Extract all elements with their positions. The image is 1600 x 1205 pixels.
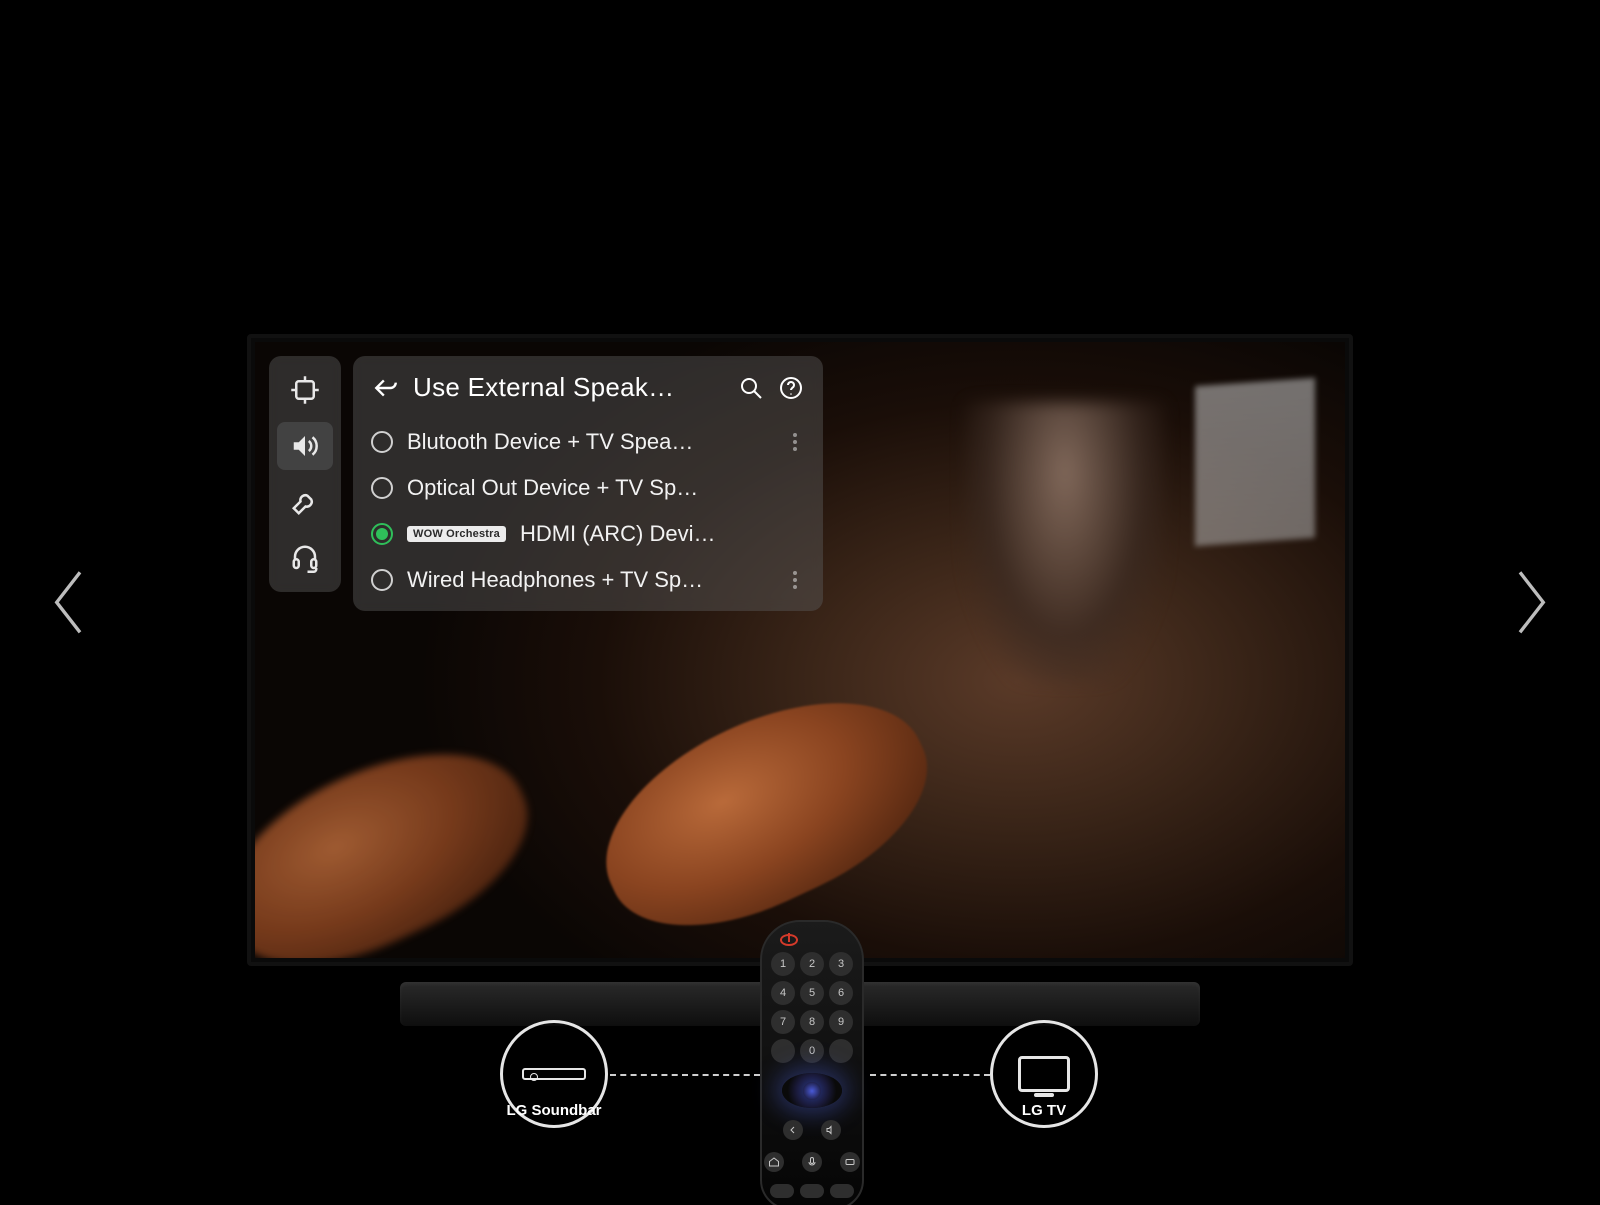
panel-title: Use External Speak… xyxy=(413,372,675,403)
option-wired-headphones-tv-speaker[interactable]: Wired Headphones + TV Sp… xyxy=(369,557,807,603)
tv-icon xyxy=(1018,1056,1070,1092)
mute-icon xyxy=(825,1124,837,1136)
remote-app-button[interactable] xyxy=(800,1184,824,1198)
remote-app-button[interactable] xyxy=(830,1184,854,1198)
option-label: Blutooth Device + TV Spea… xyxy=(407,429,771,455)
power-button[interactable] xyxy=(780,934,798,946)
sidebar-item-general[interactable] xyxy=(277,478,333,526)
tv-frame: Use External Speak… Blutooth Device + TV… xyxy=(247,334,1353,966)
background-violin xyxy=(573,659,957,958)
connection-line xyxy=(610,1074,760,1076)
remote-key-7[interactable]: 7 xyxy=(771,1010,795,1034)
search-icon xyxy=(739,376,763,400)
remote-voice-button[interactable] xyxy=(802,1152,822,1172)
back-arrow-icon xyxy=(373,375,399,401)
back-button[interactable] xyxy=(371,373,401,403)
remote-key-8[interactable]: 8 xyxy=(800,1010,824,1034)
remote-key-6[interactable]: 6 xyxy=(829,981,853,1005)
remote-app-button[interactable] xyxy=(770,1184,794,1198)
option-label: Wired Headphones + TV Sp… xyxy=(407,567,771,593)
back-icon xyxy=(787,1124,799,1136)
sidebar-item-picture[interactable] xyxy=(277,366,333,414)
search-button[interactable] xyxy=(737,374,765,402)
carousel-next-button[interactable] xyxy=(1510,573,1550,633)
help-icon xyxy=(779,376,803,400)
remote-key-4[interactable]: 4 xyxy=(771,981,795,1005)
background-sheet-music xyxy=(1195,378,1315,546)
settings-sidebar xyxy=(269,356,341,592)
soundbar-badge-label: LG Soundbar xyxy=(484,1102,624,1119)
remote-key-more[interactable] xyxy=(829,1039,853,1063)
chevron-left-icon xyxy=(50,569,90,636)
remote-scroll-wheel[interactable] xyxy=(782,1073,842,1108)
remote-key-0[interactable]: 0 xyxy=(800,1039,824,1063)
input-icon xyxy=(844,1156,856,1168)
carousel-prev-button[interactable] xyxy=(50,573,90,633)
wow-orchestra-badge: WOW Orchestra xyxy=(407,526,506,542)
panel-header: Use External Speak… xyxy=(369,368,807,419)
sidebar-item-support[interactable] xyxy=(277,534,333,582)
sound-output-panel: Use External Speak… Blutooth Device + TV… xyxy=(353,356,823,611)
option-more-button[interactable] xyxy=(785,433,805,451)
remote-key-3[interactable]: 3 xyxy=(829,952,853,976)
connection-line xyxy=(870,1074,990,1076)
remote-key-guide[interactable] xyxy=(771,1039,795,1063)
remote-app-row xyxy=(770,1184,854,1198)
remote-mute-button[interactable] xyxy=(821,1120,841,1140)
background-musician xyxy=(965,402,1165,682)
tv-badge-label: LG TV xyxy=(974,1102,1114,1119)
soundbar-icon xyxy=(522,1068,586,1080)
mic-icon xyxy=(806,1156,818,1168)
option-bluetooth-tv-speaker[interactable]: Blutooth Device + TV Spea… xyxy=(369,419,807,465)
background-violin xyxy=(255,712,556,958)
brightness-icon xyxy=(290,375,320,405)
radio-icon xyxy=(371,569,393,591)
remote-key-5[interactable]: 5 xyxy=(800,981,824,1005)
chevron-right-icon xyxy=(1510,569,1550,636)
headset-icon xyxy=(290,543,320,573)
option-label: Optical Out Device + TV Sp… xyxy=(407,475,805,501)
remote-back-button[interactable] xyxy=(783,1120,803,1140)
remote-input-button[interactable] xyxy=(840,1152,860,1172)
option-optical-tv-speaker[interactable]: Optical Out Device + TV Sp… xyxy=(369,465,807,511)
home-icon xyxy=(768,1156,780,1168)
radio-selected-icon xyxy=(371,523,393,545)
tv-screen: Use External Speak… Blutooth Device + TV… xyxy=(255,342,1345,958)
remote-home-button[interactable] xyxy=(764,1152,784,1172)
option-more-button[interactable] xyxy=(785,571,805,589)
help-button[interactable] xyxy=(777,374,805,402)
option-hdmi-arc-device[interactable]: WOW Orchestra HDMI (ARC) Devi… xyxy=(369,511,807,557)
remote-numpad: 1 2 3 4 5 6 7 8 9 0 xyxy=(771,952,853,1063)
option-label: HDMI (ARC) Devi… xyxy=(520,521,805,547)
sidebar-item-sound[interactable] xyxy=(277,422,333,470)
sound-icon xyxy=(290,431,320,461)
remote-key-9[interactable]: 9 xyxy=(829,1010,853,1034)
carousel-slide: Use External Speak… Blutooth Device + TV… xyxy=(0,0,1600,1205)
magic-remote: 1 2 3 4 5 6 7 8 9 0 xyxy=(760,920,864,1205)
remote-key-1[interactable]: 1 xyxy=(771,952,795,976)
radio-icon xyxy=(371,431,393,453)
sound-output-options: Blutooth Device + TV Spea… Optical Out D… xyxy=(369,419,807,603)
wrench-icon xyxy=(290,487,320,517)
radio-icon xyxy=(371,477,393,499)
remote-key-2[interactable]: 2 xyxy=(800,952,824,976)
